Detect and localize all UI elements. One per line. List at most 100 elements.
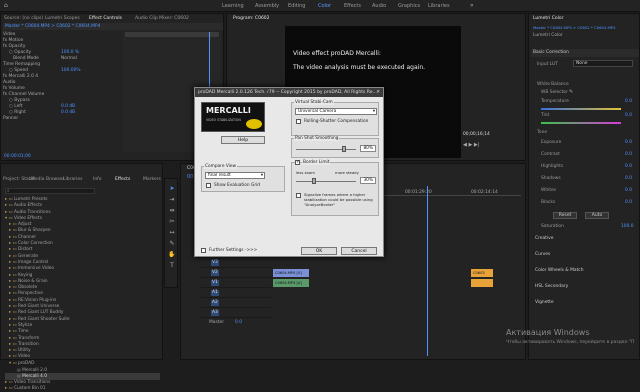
tone-row-label: Shadows	[541, 176, 561, 181]
tone-row-value[interactable]: 0.0	[625, 188, 632, 193]
tab-project[interactable]: Project: Stabil	[3, 177, 34, 182]
workspace-graphics[interactable]: Graphics	[398, 3, 420, 9]
border-limit-knob[interactable]	[312, 178, 316, 184]
clip-a1[interactable]: C0604.MP4 [A]	[273, 279, 309, 287]
border-limit-value[interactable]: 30%	[360, 177, 376, 184]
tone-row-value[interactable]: 0.0	[625, 200, 632, 205]
more-workspaces-icon[interactable]: »	[470, 2, 474, 9]
slip-tool-icon[interactable]: ↔	[168, 227, 176, 238]
section-curves[interactable]: Curves	[535, 252, 550, 260]
effects-search[interactable]: ⌕	[5, 188, 95, 194]
track-select-icon[interactable]: ⇥	[168, 194, 176, 205]
tone-row-value[interactable]: 0.0	[625, 152, 632, 157]
tab-markers[interactable]: Markers	[143, 177, 161, 182]
tone-row-value[interactable]: 0.0	[625, 140, 632, 145]
pan-smoothing-knob[interactable]	[342, 146, 346, 152]
track-v3[interactable]: V3	[201, 258, 271, 268]
logo-subtext: VIDEO STABILIZATION	[206, 118, 241, 122]
tab-audio-clip-mixer[interactable]: Audio Clip Mixer: C0602	[135, 16, 189, 21]
temperature-value[interactable]: 0.0	[625, 99, 632, 104]
close-icon[interactable]: ✕	[376, 88, 380, 97]
reset-button[interactable]: Reset	[553, 212, 577, 219]
tone-row-value[interactable]: 0.0	[625, 176, 632, 181]
timeline-playhead[interactable]	[427, 186, 428, 356]
workspace-color[interactable]: Color	[318, 3, 331, 9]
pen-tool-icon[interactable]: ✎	[168, 238, 176, 249]
ripple-edit-icon[interactable]: ⇹	[168, 205, 176, 216]
show-eval-grid-checkbox[interactable]	[206, 183, 211, 188]
border-limit-track[interactable]	[296, 181, 356, 182]
track-master[interactable]: Master 0.0	[201, 318, 271, 328]
logo-text: MERCALLI	[206, 106, 251, 115]
step-forward-icon[interactable]: ▶|	[474, 142, 480, 148]
further-settings-label[interactable]: Further Settings ->>>	[208, 248, 258, 253]
tab-source[interactable]: Source: (no clips)	[4, 16, 43, 21]
type-tool-icon[interactable]: T	[168, 260, 176, 271]
track-v1[interactable]: V1	[201, 278, 271, 288]
compare-view-select[interactable]: final result ▾	[205, 172, 265, 179]
pan-smoothing-value[interactable]: 80%	[360, 145, 376, 152]
workspace-libraries[interactable]: Libraries	[428, 3, 450, 9]
auto-button[interactable]: Auto	[585, 212, 609, 219]
basic-correction-section[interactable]: Basic Correction	[531, 49, 639, 57]
play-icon[interactable]: ▶	[468, 142, 472, 148]
track-a3[interactable]: A3	[201, 308, 271, 318]
tone-label: Tone	[537, 130, 548, 135]
tint-slider[interactable]	[541, 122, 621, 124]
workspace-effects[interactable]: Effects	[344, 3, 361, 9]
clip-a1-right[interactable]	[471, 279, 493, 287]
tab-libraries[interactable]: Libraries	[63, 177, 82, 182]
track-v2[interactable]: V2	[201, 268, 271, 278]
tab-info[interactable]: Info	[93, 177, 102, 182]
section-hsl[interactable]: HSL Secondary	[535, 284, 568, 292]
input-lut-select[interactable]: None	[573, 60, 633, 67]
tone-row-value[interactable]: 0.0	[625, 164, 632, 169]
section-color-wheels[interactable]: Color Wheels & Match	[535, 268, 584, 276]
clip-v1[interactable]: C0604.MP4 [V]	[273, 269, 309, 277]
temperature-slider[interactable]	[541, 108, 621, 110]
workspace-audio[interactable]: Audio	[372, 3, 386, 9]
mercalli-dialog: proDAD Mercalli 2.0.126 Tech. r79 -- Cop…	[194, 87, 384, 257]
dialog-title-bar[interactable]: proDAD Mercalli 2.0.126 Tech. r79 -- Cop…	[195, 88, 383, 97]
tab-media-browser[interactable]: Media Browser	[31, 177, 64, 182]
ec-row[interactable]: ○ Right 0.0 dB	[3, 110, 121, 116]
ec-row[interactable]: ○ Speed 100.00%	[3, 68, 121, 74]
tab-effect-controls[interactable]: Effect Controls	[89, 16, 122, 21]
further-settings-checkbox[interactable]	[201, 248, 206, 253]
camera-select[interactable]: Universal Camera ▾	[295, 108, 377, 115]
lumetri-title[interactable]: Lumetri Color	[533, 16, 563, 21]
hand-tool-icon[interactable]: ✋	[168, 249, 176, 260]
track-a2[interactable]: A2	[201, 298, 271, 308]
cancel-button[interactable]: Cancel	[341, 247, 377, 255]
workspace-assembly[interactable]: Assembly	[255, 3, 279, 9]
chevron-down-icon: ▾	[260, 173, 263, 178]
tint-value[interactable]: 0.0	[625, 113, 632, 118]
saturation-value[interactable]: 100.0	[621, 224, 634, 229]
tab-effects[interactable]: Effects	[115, 177, 130, 182]
signalize-checkbox[interactable]	[296, 193, 301, 198]
left-value: 0.0 dB	[61, 104, 76, 109]
workspace-editing[interactable]: Editing	[288, 3, 305, 9]
tab-lumetri-scopes[interactable]: Lumetri Scopes	[45, 16, 80, 21]
clip-v1-right[interactable]: C0603	[471, 269, 493, 277]
workspace-learning[interactable]: Learning	[222, 3, 244, 9]
home-icon[interactable]: ⌂	[4, 2, 8, 9]
border-limit-checkbox[interactable]	[295, 159, 300, 165]
ec-row[interactable]: Panner	[3, 116, 121, 122]
razor-tool-icon[interactable]: ✂	[168, 216, 176, 227]
rolling-shutter-checkbox[interactable]	[296, 119, 301, 124]
pan-smoothing-track[interactable]	[296, 149, 356, 150]
project-tabs: Project: Stabil Media Browser Libraries …	[3, 177, 163, 184]
step-back-icon[interactable]: ◀	[463, 142, 467, 148]
less-zoom-label: less zoom	[296, 170, 315, 175]
selection-tool-icon[interactable]: ➤	[168, 183, 176, 194]
track-a1[interactable]: A1	[201, 288, 271, 298]
program-monitor-title[interactable]: Program: C0602	[233, 16, 270, 21]
eyedropper-icon[interactable]: ✎	[569, 89, 573, 95]
section-vignette[interactable]: Vignette	[535, 300, 554, 308]
section-creative[interactable]: Creative	[535, 236, 553, 244]
ec-row[interactable]: Blend Mode Normal	[3, 56, 121, 62]
tree-item[interactable]: ▸ ▭ Custom Bin 01	[5, 386, 160, 392]
ok-button[interactable]: OK	[301, 247, 337, 255]
help-button[interactable]: Help	[221, 136, 265, 144]
